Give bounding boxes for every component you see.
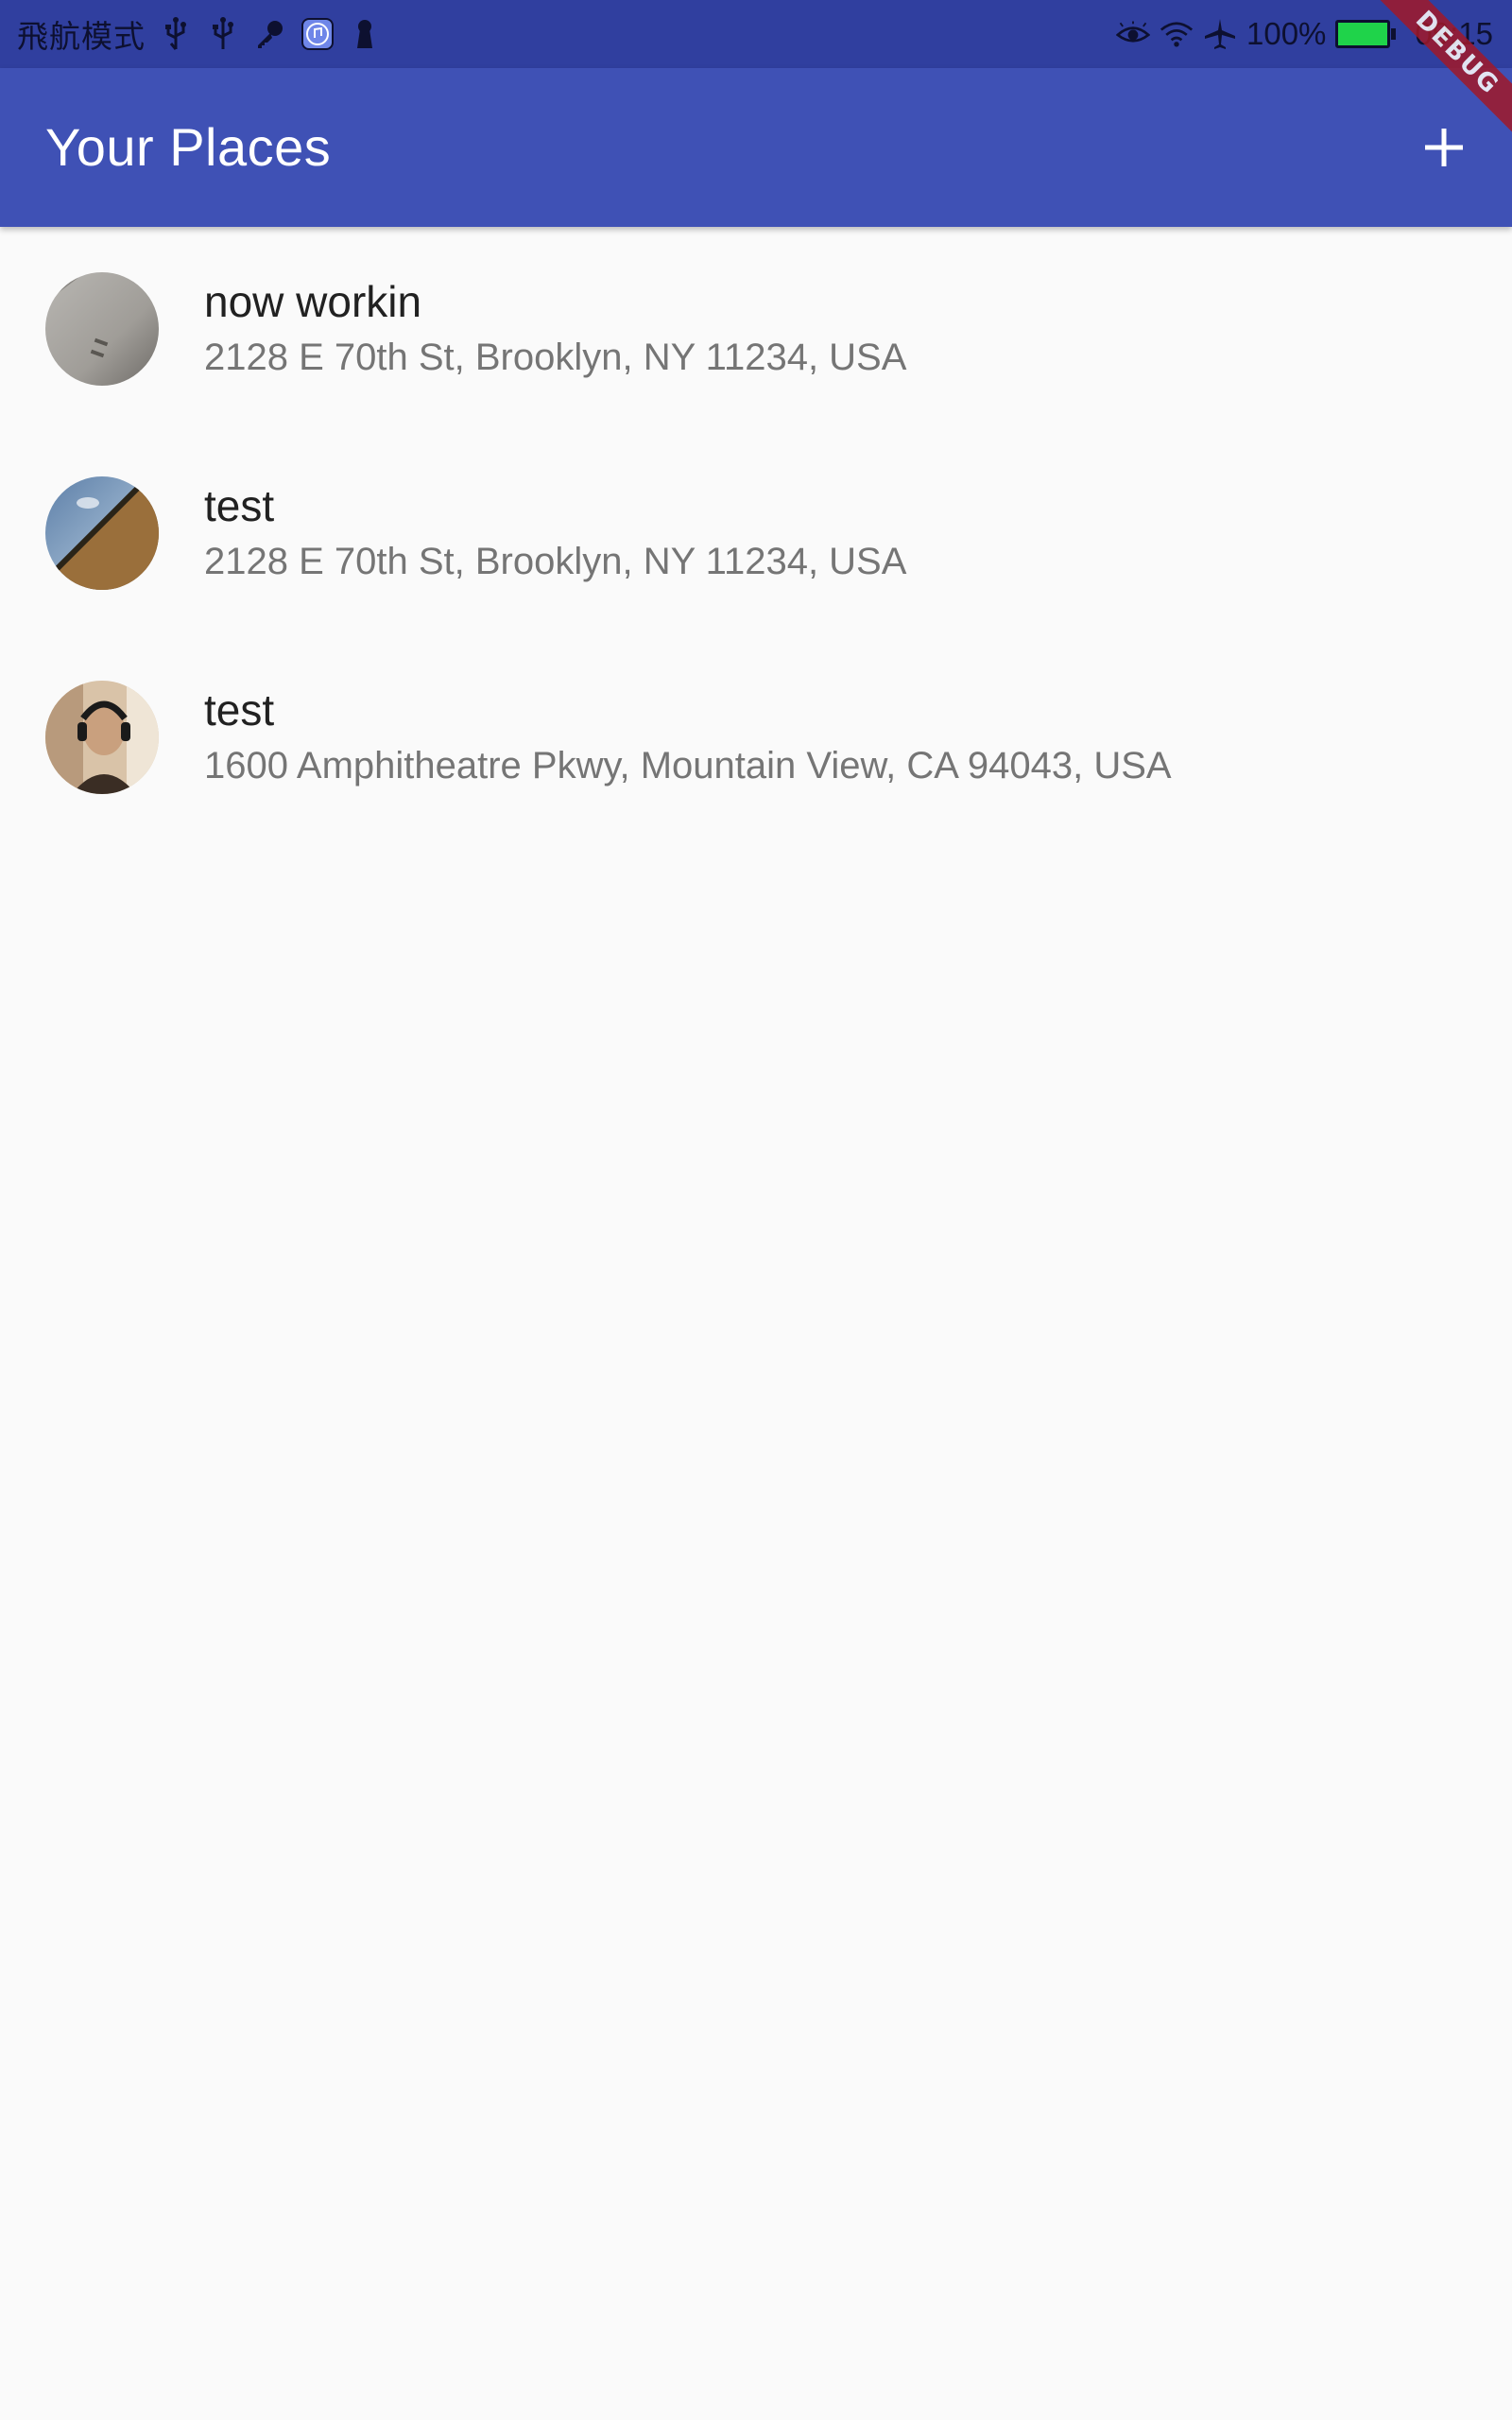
eye-icon [1116,15,1150,53]
music-app-icon [301,15,335,53]
usb-icon [159,15,193,53]
status-bar-left: 飛航模式 [17,0,382,68]
list-item[interactable]: now workin 2128 E 70th St, Brooklyn, NY … [0,227,1512,431]
app-bar: Your Places [0,68,1512,227]
add-icon [1425,129,1463,166]
place-thumbnail [45,272,159,386]
wifi-icon [1160,15,1194,53]
place-title: test [204,685,275,735]
page-title: Your Places [45,117,332,177]
place-thumbnail [45,476,159,590]
app-screen: 飛航模式 100% Your Places DEBUG now workin 2… [0,0,1512,2420]
list-item[interactable]: test 1600 Amphitheatre Pkwy, Mountain Vi… [0,635,1512,839]
airplane-mode-label: 飛航模式 [17,18,146,55]
keyhole-icon [348,15,382,53]
add-place-button[interactable] [1399,102,1489,193]
place-address: 2128 E 70th St, Brooklyn, NY 11234, USA [204,337,907,378]
status-bar: 飛航模式 100% [0,0,1512,68]
key-icon [253,15,287,53]
battery-charging-icon [1335,20,1397,48]
place-title: test [204,481,275,530]
list-item[interactable]: test 2128 E 70th St, Brooklyn, NY 11234,… [0,431,1512,635]
place-address: 2128 E 70th St, Brooklyn, NY 11234, USA [204,541,907,582]
place-thumbnail [45,681,159,794]
airplane-icon [1203,15,1237,53]
place-address: 1600 Amphitheatre Pkwy, Mountain View, C… [204,745,1172,786]
usb-icon [206,15,240,53]
places-list: now workin 2128 E 70th St, Brooklyn, NY … [0,227,1512,839]
battery-percent: 100% [1246,16,1327,51]
place-title: now workin [204,277,422,326]
